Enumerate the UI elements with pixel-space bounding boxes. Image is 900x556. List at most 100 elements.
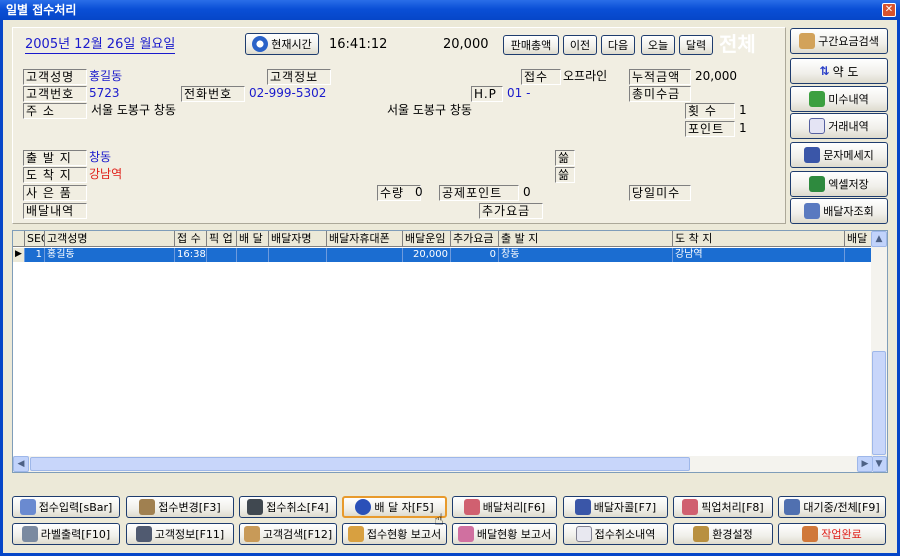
col-seq[interactable]: SEQ bbox=[25, 231, 45, 247]
pickup-process-button[interactable]: 픽업처리[F8] bbox=[673, 496, 773, 518]
scroll-right-icon[interactable]: ▶ bbox=[857, 456, 873, 472]
delivery-report-button[interactable]: 배달현황 보고서 bbox=[452, 523, 557, 545]
delivery-process-button[interactable]: 배달처리[F6] bbox=[452, 496, 557, 518]
gear-icon bbox=[693, 526, 710, 542]
quantity-value: 0 bbox=[415, 185, 423, 199]
count-label: 횟 수 bbox=[685, 103, 735, 119]
row-pointer-icon: ▶ bbox=[13, 248, 25, 262]
cell-receipt-time: 16:38 bbox=[177, 248, 207, 262]
settings-label: 환경설정 bbox=[712, 528, 753, 541]
delivery-report-icon bbox=[457, 526, 474, 542]
destination-ham-icon[interactable]: 쓺 bbox=[555, 167, 575, 183]
courier-button[interactable]: 배 달 자[F5] bbox=[342, 496, 447, 518]
customer-number-value[interactable]: 5723 bbox=[89, 85, 120, 101]
destination-label: 도 착 지 bbox=[23, 167, 87, 183]
vertical-scroll-thumb[interactable] bbox=[872, 351, 886, 455]
receipt-change-button[interactable]: 접수변경[F3] bbox=[126, 496, 234, 518]
col-extra-fee[interactable]: 추가요금 bbox=[451, 231, 499, 247]
list-icon bbox=[463, 499, 480, 515]
receipt-input-button[interactable]: 접수입력[sBar] bbox=[12, 496, 120, 518]
customer-info-button[interactable]: 고객정보[F11] bbox=[126, 523, 234, 545]
waiting-all-label: 대기중/전체[F9] bbox=[803, 501, 880, 514]
scroll-down-icon[interactable]: ▼ bbox=[871, 456, 887, 472]
customer-search-button[interactable]: 고객검색[F12] bbox=[239, 523, 337, 545]
transaction-history-button[interactable]: 거래내역 bbox=[790, 113, 888, 139]
destination-value[interactable]: 강남역 bbox=[89, 166, 122, 182]
unpaid-history-button[interactable]: 미수내역 bbox=[790, 86, 888, 112]
waiting-all-button[interactable]: 대기중/전체[F9] bbox=[778, 496, 886, 518]
cell-delivery bbox=[237, 248, 269, 262]
receipt-cancel-history-button[interactable]: 접수취소내역 bbox=[563, 523, 668, 545]
calendar-button[interactable]: 달력 bbox=[679, 35, 713, 55]
waiting-list-icon bbox=[784, 499, 801, 515]
receipt-report-button[interactable]: 접수현황 보고서 bbox=[342, 523, 447, 545]
grid-vertical-scrollbar[interactable]: ▲ ▼ bbox=[871, 231, 887, 472]
work-complete-button[interactable]: 작업완료 bbox=[778, 523, 886, 545]
courier-search-button[interactable]: 배달자조회 bbox=[790, 198, 888, 224]
col-delivery[interactable]: 배 달 bbox=[237, 231, 269, 247]
customer-info-label: 고객정보 bbox=[267, 69, 331, 85]
unpaid-total-label: 총미수금 bbox=[629, 86, 691, 102]
col-receipt[interactable]: 접 수 bbox=[175, 231, 207, 247]
origin-ham-icon[interactable]: 쓺 bbox=[555, 150, 575, 166]
clock-icon bbox=[252, 36, 269, 52]
section-fee-search-button[interactable]: 구간요금검색 bbox=[790, 28, 888, 54]
col-destination[interactable]: 도 착 지 bbox=[673, 231, 845, 247]
pharmacy-button[interactable]: ⇅ 약 도 bbox=[790, 58, 888, 84]
next-button[interactable]: 다음 bbox=[601, 35, 635, 55]
table-row[interactable]: ▶ 1 홍길동 16:38 20,000 0 창동 강남역 bbox=[13, 248, 873, 262]
phone-value[interactable]: 02-999-5302 bbox=[249, 85, 326, 101]
scroll-up-icon[interactable]: ▲ bbox=[871, 231, 887, 247]
deduct-point-value: 0 bbox=[523, 185, 531, 199]
time-display: 16:41:12 bbox=[329, 37, 388, 52]
money-bag-icon bbox=[809, 91, 826, 107]
col-pickup[interactable]: 픽 업 bbox=[207, 231, 237, 247]
settings-button[interactable]: 환경설정 bbox=[673, 523, 773, 545]
today-button[interactable]: 오늘 bbox=[641, 35, 675, 55]
document-icon bbox=[809, 118, 826, 134]
receipt-input-label: 접수입력[sBar] bbox=[38, 501, 113, 514]
close-icon[interactable]: ✕ bbox=[882, 3, 896, 17]
courier-search-label: 배달자조회 bbox=[823, 205, 874, 218]
deduct-point-label: 공제포인트 bbox=[439, 185, 519, 201]
courier-person-icon bbox=[355, 499, 372, 515]
prev-button[interactable]: 이전 bbox=[563, 35, 597, 55]
col-courier-phone[interactable]: 배달자휴대폰 bbox=[327, 231, 403, 247]
cell-seq: 1 bbox=[25, 248, 45, 262]
call-icon bbox=[574, 499, 591, 515]
receipt-grid[interactable]: SEQ 고객성명 접 수 픽 업 배 달 배달자명 배달자휴대폰 배달운임 추가… bbox=[12, 230, 888, 473]
col-delivery-more[interactable]: 배달 bbox=[845, 231, 873, 247]
customer-number-label: 고객번호 bbox=[23, 86, 87, 102]
unpaid-history-label: 미수내역 bbox=[828, 93, 869, 106]
sms-button[interactable]: 문자메세지 bbox=[790, 142, 888, 168]
delivery-history-label: 배달내역 bbox=[23, 203, 87, 219]
customer-info-label: 고객정보[F11] bbox=[154, 528, 225, 541]
scroll-left-icon[interactable]: ◀ bbox=[13, 456, 29, 472]
receipt-cancel-button[interactable]: 접수취소[F4] bbox=[239, 496, 337, 518]
sales-total-button[interactable]: 판매총액 bbox=[503, 35, 559, 55]
courier-label: 배 달 자[F5] bbox=[374, 501, 434, 514]
current-time-button[interactable]: 현재시간 bbox=[245, 33, 319, 55]
address-value[interactable]: 서울 도봉구 창동 bbox=[91, 102, 176, 118]
cell-courier-phone bbox=[327, 248, 403, 262]
date-display[interactable]: 2005년 12월 26일 월요일 bbox=[25, 37, 176, 54]
keyboard-icon bbox=[19, 499, 36, 515]
hp-value[interactable]: 01 - bbox=[507, 85, 530, 101]
col-fare[interactable]: 배달운임 bbox=[403, 231, 451, 247]
excel-save-button[interactable]: 엑셀저장 bbox=[790, 171, 888, 197]
col-origin[interactable]: 출 발 지 bbox=[499, 231, 673, 247]
horizontal-scroll-thumb[interactable] bbox=[30, 457, 690, 471]
origin-value[interactable]: 창동 bbox=[89, 149, 111, 165]
sms-label: 문자메세지 bbox=[823, 149, 874, 162]
customer-name-value[interactable]: 홍길동 bbox=[89, 68, 122, 84]
courier-call-button[interactable]: 배달자콜[F7] bbox=[563, 496, 668, 518]
customer-card-icon bbox=[135, 526, 152, 542]
section-fee-search-label: 구간요금검색 bbox=[818, 35, 879, 48]
label-print-button[interactable]: 라벨출력[F10] bbox=[12, 523, 120, 545]
col-customer-name[interactable]: 고객성명 bbox=[45, 231, 175, 247]
origin-label: 출 발 지 bbox=[23, 150, 87, 166]
col-courier-name[interactable]: 배달자명 bbox=[269, 231, 327, 247]
excel-icon bbox=[809, 176, 826, 192]
pickup-process-label: 픽업처리[F8] bbox=[701, 501, 764, 514]
grid-horizontal-scrollbar[interactable]: ◀ ▶ bbox=[13, 456, 873, 472]
